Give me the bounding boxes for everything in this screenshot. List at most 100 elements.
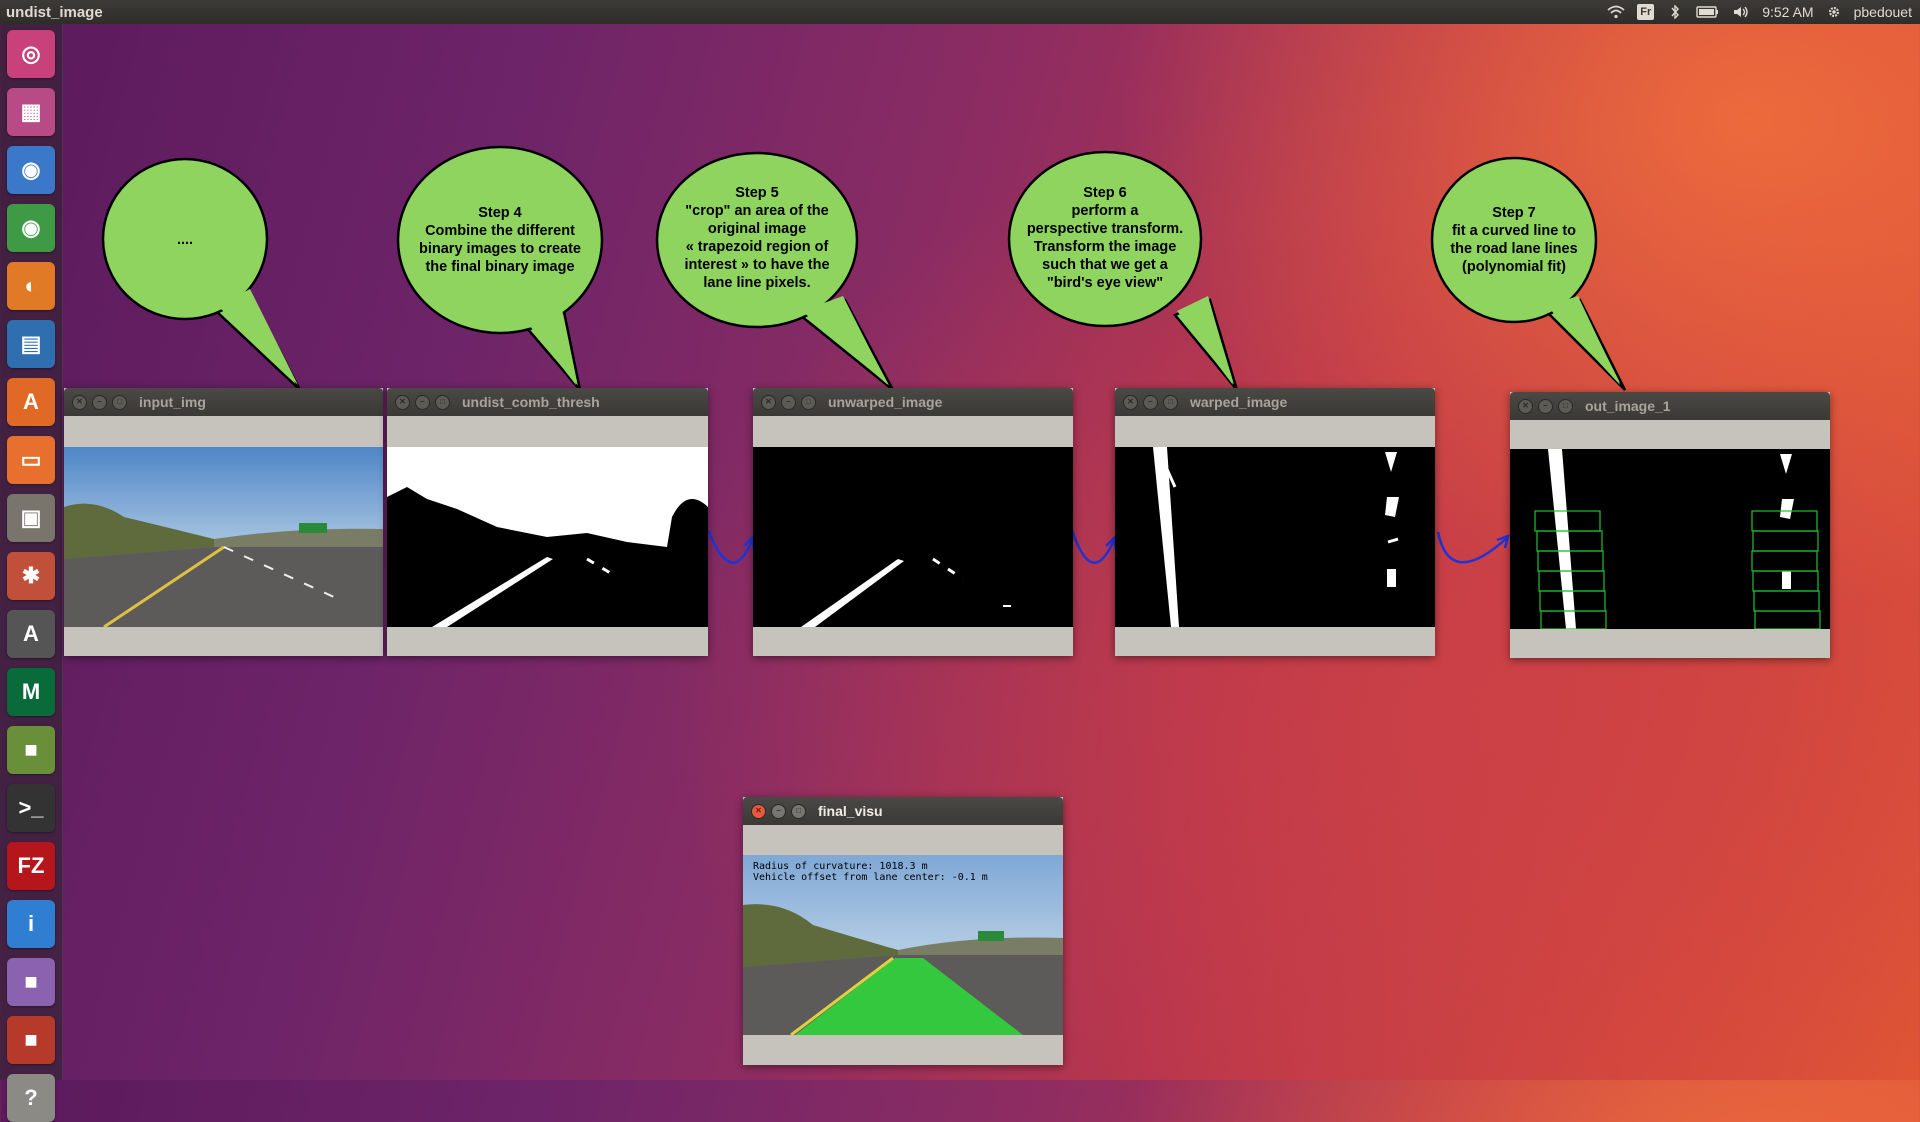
- speech-bubble-4: [517, 300, 583, 395]
- bluetooth-icon[interactable]: [1666, 5, 1684, 19]
- software-updater-icon[interactable]: A: [7, 610, 55, 658]
- window-title: undist_comb_thresh: [462, 394, 600, 410]
- binary-image: [387, 447, 708, 627]
- window-title: out_image_1: [1585, 398, 1671, 414]
- indicator-area: Fr 9:52 AM pbedouet: [1607, 0, 1912, 24]
- launcher: ◎ ▦ ◉ ◉ ◐ ▤ A ▭ ▣ ✱ A M ■ >_ FZ i ■ ■?: [0, 24, 63, 1122]
- window-titlebar[interactable]: ✕ – □ out_image_1: [1510, 392, 1830, 420]
- flow-arrow-2: [1070, 529, 1116, 564]
- app-icon[interactable]: ■: [7, 1016, 55, 1064]
- bubble-6-text: Step 6 perform a perspective transform. Tra…: [1026, 185, 1184, 291]
- ubuntu-logo-icon[interactable]: ◎: [7, 30, 55, 78]
- window-titlebar[interactable]: ✕ – □ final_visu: [743, 797, 1063, 825]
- firefox-icon[interactable]: ◐: [7, 262, 55, 310]
- bubble-4-text: Step 4 Combine the different binary images…: [419, 205, 581, 275]
- chromium-icon[interactable]: ◉: [7, 146, 55, 194]
- help-icon[interactable]: ?: [7, 1074, 55, 1122]
- libreoffice-writer-icon-glyph: ▤: [20, 331, 42, 356]
- close-icon[interactable]: ✕: [395, 394, 410, 410]
- keyboard-layout-indicator[interactable]: Fr: [1637, 4, 1655, 20]
- window-title: warped_image: [1190, 394, 1288, 410]
- window-titlebar[interactable]: ✕ – □ undist_comb_thresh: [387, 388, 708, 416]
- window-titlebar[interactable]: ✕ – □ unwarped_image: [753, 388, 1073, 416]
- maximize-icon[interactable]: □: [112, 394, 127, 410]
- sliding-window-image: [1510, 449, 1830, 629]
- maximize-icon[interactable]: □: [1558, 398, 1573, 414]
- app-icon-glyph: ■: [24, 969, 38, 994]
- window-warped-image[interactable]: ✕ – □ warped_image: [1115, 388, 1435, 656]
- close-icon[interactable]: ✕: [751, 803, 766, 819]
- intel-icon[interactable]: i: [7, 900, 55, 948]
- workspace-switcher-icon-glyph: ▦: [20, 99, 42, 124]
- active-app-title: undist_image: [6, 3, 103, 21]
- bubble-7-text: Step 7 fit a curved line to the road lane …: [1450, 205, 1578, 275]
- matlab-icon[interactable]: M: [7, 668, 55, 716]
- terminal-icon[interactable]: >_: [7, 784, 55, 832]
- files-icon-glyph: ▭: [20, 447, 42, 472]
- workspace-switcher-icon[interactable]: ▦: [7, 88, 55, 136]
- app-icon[interactable]: ■: [7, 958, 55, 1006]
- speech-bubble-7: [1542, 298, 1627, 391]
- minimize-icon[interactable]: –: [1538, 398, 1553, 414]
- flow-arrow-1: [706, 529, 754, 564]
- minimize-icon[interactable]: –: [771, 803, 786, 819]
- libreoffice-writer-icon[interactable]: ▤: [7, 320, 55, 368]
- volume-icon[interactable]: [1732, 5, 1750, 19]
- close-icon[interactable]: ✕: [72, 394, 87, 410]
- wifi-icon[interactable]: [1607, 5, 1625, 19]
- intel-icon-glyph: i: [27, 911, 35, 936]
- system-settings-icon-glyph: ✱: [21, 563, 41, 588]
- user-name[interactable]: pbedouet: [1854, 4, 1912, 20]
- matlab-icon-glyph: M: [21, 679, 41, 704]
- window-undist-comb-thresh[interactable]: ✕ – □ undist_comb_thresh: [387, 388, 708, 656]
- window-title: final_visu: [818, 803, 883, 819]
- maximize-icon[interactable]: □: [791, 803, 806, 819]
- archive-manager-icon-glyph: ▣: [20, 505, 42, 530]
- window-final-visu[interactable]: ✕ – □ final_visu Radius of curvature: 1018…: [743, 797, 1063, 1065]
- ubuntu-logo-icon-glyph: ◎: [21, 41, 41, 66]
- bubble-5-text: Step 5 "crop" an area of the original imag…: [684, 185, 830, 291]
- app-icon-glyph: ■: [24, 737, 38, 762]
- maximize-icon[interactable]: □: [801, 394, 816, 410]
- close-icon[interactable]: ✕: [1518, 398, 1533, 414]
- gear-icon[interactable]: [1826, 5, 1842, 19]
- birds-eye-image: [1115, 447, 1435, 627]
- bubble-1-text: ....: [176, 232, 194, 248]
- help-icon-glyph: ?: [24, 1085, 38, 1110]
- curvature-text: Radius of curvature: 1018.3 m: [753, 861, 928, 872]
- window-input-img[interactable]: ✕ – □ input_img: [64, 388, 383, 656]
- clock[interactable]: 9:52 AM: [1762, 4, 1813, 20]
- system-settings-icon[interactable]: ✱: [7, 552, 55, 600]
- metrics-overlay: Radius of curvature: 1018.3 m Vehicle of…: [753, 861, 988, 883]
- app-icon[interactable]: ■: [7, 726, 55, 774]
- chrome-icon[interactable]: ◉: [7, 204, 55, 252]
- maximize-icon[interactable]: □: [1163, 394, 1178, 410]
- window-out-image-1[interactable]: ✕ – □ out_image_1: [1510, 392, 1830, 658]
- window-titlebar[interactable]: ✕ – □ warped_image: [1115, 388, 1435, 416]
- window-title: input_img: [139, 394, 206, 410]
- terminal-icon-glyph: >_: [18, 795, 44, 820]
- maximize-icon[interactable]: □: [435, 394, 450, 410]
- minimize-icon[interactable]: –: [781, 394, 796, 410]
- chrome-icon-glyph: ◉: [21, 215, 41, 240]
- minimize-icon[interactable]: –: [1143, 394, 1158, 410]
- chromium-icon-glyph: ◉: [21, 157, 41, 182]
- ubuntu-software-icon[interactable]: A: [7, 378, 55, 426]
- close-icon[interactable]: ✕: [761, 394, 776, 410]
- battery-icon[interactable]: [1696, 5, 1720, 19]
- cropped-binary-image: [753, 447, 1073, 627]
- software-updater-icon-glyph: A: [23, 621, 39, 646]
- window-titlebar[interactable]: ✕ – □ input_img: [64, 388, 383, 416]
- speech-bubble-6: [1172, 298, 1239, 391]
- speech-bubble-5: [797, 298, 895, 391]
- files-icon[interactable]: ▭: [7, 436, 55, 484]
- close-icon[interactable]: ✕: [1123, 394, 1138, 410]
- flow-arrow-3: [1436, 531, 1509, 564]
- final-visualization-image: Radius of curvature: 1018.3 m Vehicle of…: [743, 855, 1063, 1035]
- archive-manager-icon[interactable]: ▣: [7, 494, 55, 542]
- minimize-icon[interactable]: –: [92, 394, 107, 410]
- top-panel: undist_image Fr 9:52 AM pbedouet: [0, 0, 1920, 24]
- filezilla-icon[interactable]: FZ: [7, 842, 55, 890]
- minimize-icon[interactable]: –: [415, 394, 430, 410]
- window-unwarped-image[interactable]: ✕ – □ unwarped_image: [753, 388, 1073, 656]
